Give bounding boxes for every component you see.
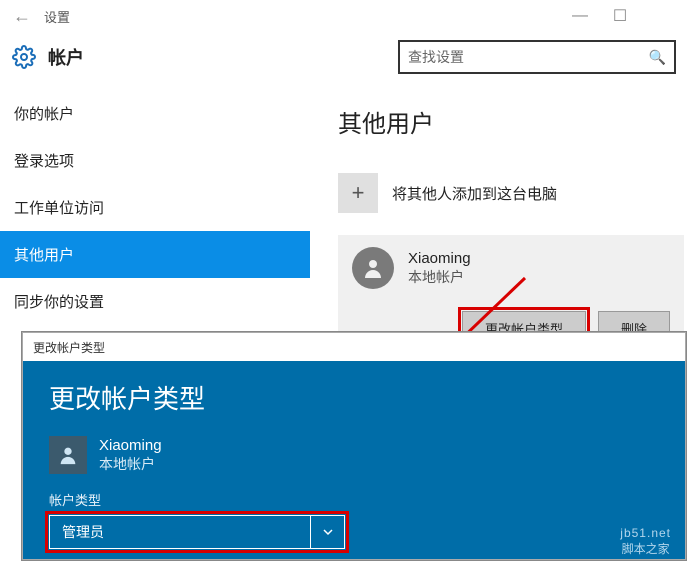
gear-icon [12, 45, 36, 69]
window-title: 设置 [44, 7, 70, 26]
sidebar-item-signin-options[interactable]: 登录选项 [0, 137, 310, 184]
dialog-title: 更改帐户类型 [33, 339, 105, 356]
dialog-user-row: Xiaoming 本地帐户 [49, 436, 659, 474]
avatar [49, 436, 87, 474]
user-row[interactable]: Xiaoming 本地帐户 [352, 247, 670, 289]
sidebar-item-your-account[interactable]: 你的帐户 [0, 90, 310, 137]
chevron-down-icon [310, 516, 344, 548]
plus-icon: + [338, 173, 378, 213]
section-title: 其他用户 [338, 104, 684, 139]
field-label: 帐户类型 [49, 490, 659, 509]
sidebar-item-label: 你的帐户 [14, 106, 74, 123]
dialog-heading: 更改帐户类型 [49, 379, 659, 416]
account-type-select[interactable]: 管理员 [49, 515, 345, 549]
sidebar-item-label: 同步你的设置 [14, 294, 104, 311]
sidebar-item-label: 工作单位访问 [14, 200, 104, 217]
dialog-user-type: 本地帐户 [99, 454, 162, 474]
sidebar-item-sync[interactable]: 同步你的设置 [0, 278, 310, 325]
user-name: Xiaoming [408, 250, 471, 267]
page-title: 帐户 [48, 44, 84, 70]
search-icon: 🔍 [649, 49, 666, 66]
minimize-button[interactable]: — [560, 2, 600, 30]
select-value: 管理员 [62, 522, 104, 542]
close-button[interactable] [640, 2, 680, 30]
maximize-button[interactable]: ☐ [600, 2, 640, 30]
add-user-label: 将其他人添加到这台电脑 [392, 183, 557, 204]
avatar [352, 247, 394, 289]
header: 帐户 查找设置 🔍 [0, 32, 688, 90]
dialog-titlebar: 更改帐户类型 [23, 333, 685, 361]
person-icon [361, 256, 385, 280]
content-pane: 其他用户 + 将其他人添加到这台电脑 Xiaoming 本地帐户 更改帐户类型 … [310, 90, 688, 357]
watermark-text: 脚本之家 [620, 540, 671, 557]
window-titlebar: ← 设置 — ☐ [0, 0, 688, 32]
sidebar-item-label: 其他用户 [14, 247, 74, 264]
search-input[interactable]: 查找设置 🔍 [398, 40, 676, 74]
sidebar: 你的帐户 登录选项 工作单位访问 其他用户 同步你的设置 [0, 90, 310, 357]
change-account-type-dialog: 更改帐户类型 更改帐户类型 Xiaoming 本地帐户 帐户类型 管理员 jb5… [22, 332, 686, 560]
user-type: 本地帐户 [408, 267, 471, 287]
back-button[interactable]: ← [8, 6, 36, 27]
watermark: jb51.net 脚本之家 [620, 526, 671, 557]
search-placeholder: 查找设置 [408, 47, 464, 67]
sidebar-item-work-access[interactable]: 工作单位访问 [0, 184, 310, 231]
watermark-url: jb51.net [620, 526, 671, 540]
sidebar-item-label: 登录选项 [14, 153, 74, 170]
sidebar-item-other-users[interactable]: 其他用户 [0, 231, 310, 278]
person-icon [57, 444, 79, 466]
dialog-user-name: Xiaoming [99, 437, 162, 454]
add-user-row[interactable]: + 将其他人添加到这台电脑 [338, 173, 684, 213]
